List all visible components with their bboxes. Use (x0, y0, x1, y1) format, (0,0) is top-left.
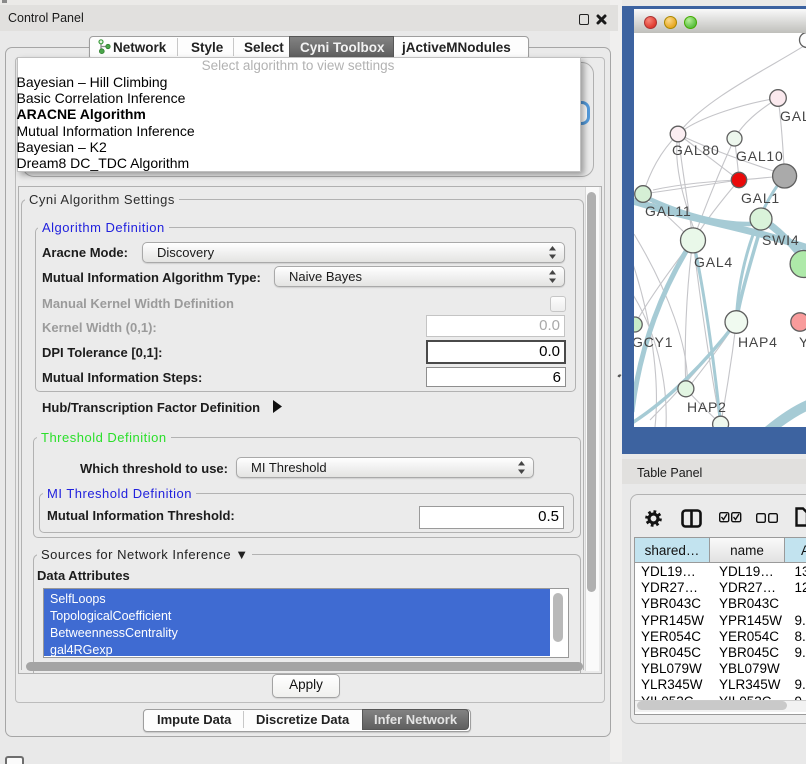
svg-text:GAL80: GAL80 (672, 142, 720, 158)
svg-text:GAL: GAL (780, 108, 806, 124)
svg-text:YJ: YJ (799, 334, 806, 350)
svg-text:GAL10: GAL10 (736, 148, 784, 164)
svg-text:GAL1: GAL1 (741, 190, 780, 206)
svg-text:GAL4: GAL4 (694, 254, 733, 270)
svg-text:GCY1: GCY1 (634, 334, 673, 350)
svg-text:HAP4: HAP4 (738, 334, 778, 350)
svg-text:GAL11: GAL11 (645, 203, 692, 219)
svg-text:SWI4: SWI4 (762, 232, 799, 248)
svg-text:HAP2: HAP2 (687, 399, 727, 415)
